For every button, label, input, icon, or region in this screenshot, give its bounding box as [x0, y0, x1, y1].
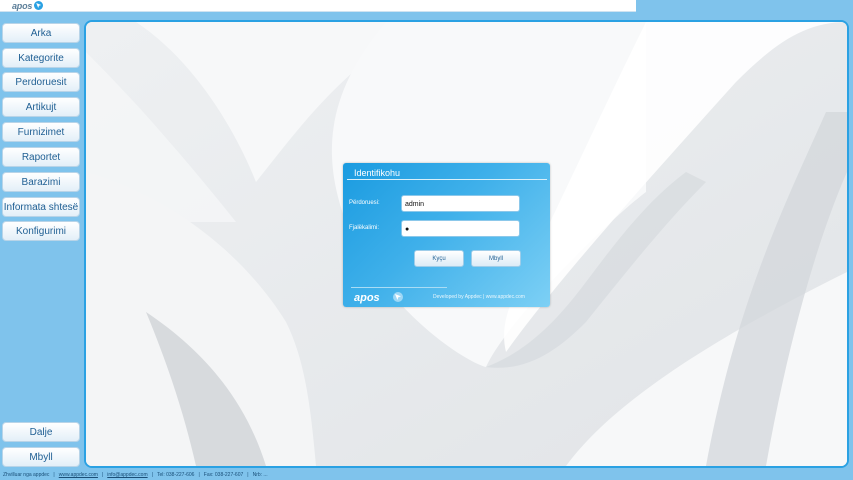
footer-developed-by: Zhvilluar nga appdec	[3, 472, 50, 478]
login-title: Identifikohu	[354, 168, 401, 178]
password-input[interactable]: ●	[401, 220, 520, 237]
developer-text: Developed by Appdec | www.appdec.com	[433, 294, 525, 300]
sidebar-item-perdoruesit[interactable]: Perdoruesit	[2, 72, 80, 92]
login-dialog: Identifikohu Përdoruesi: admin Fjalëkali…	[343, 163, 550, 307]
sidebar-item-furnizimet[interactable]: Furnizimet	[2, 122, 80, 142]
username-input[interactable]: admin	[401, 195, 520, 212]
sidebar-item-barazimi[interactable]: Barazimi	[2, 172, 80, 192]
close-dialog-button[interactable]: Mbyll	[471, 250, 521, 267]
title-divider	[347, 179, 547, 180]
status-footer: Zhvilluar nga appdec | www.appdec.com | …	[3, 472, 268, 478]
apos-logo-icon	[34, 1, 44, 10]
footer-fax: Fax: 038-227-607	[203, 472, 244, 478]
sidebar-item-artikujt[interactable]: Artikujt	[2, 97, 80, 117]
footer-website-link[interactable]: www.appdec.com	[59, 472, 98, 478]
login-button[interactable]: Kyçu	[414, 250, 464, 267]
footer-email-link[interactable]: info@appdec.com	[107, 472, 147, 478]
sidebar-item-raportet[interactable]: Raportet	[2, 147, 80, 167]
username-label: Përdoruesi:	[349, 200, 380, 206]
sidebar-item-arka[interactable]: Arka	[2, 23, 80, 43]
top-bar: apos	[0, 0, 636, 12]
password-label: Fjalëkalimi:	[349, 225, 380, 231]
dialog-logo-text: apos	[354, 292, 380, 304]
app-logo: apos	[12, 0, 44, 11]
close-app-button[interactable]: Mbyll	[2, 447, 80, 467]
sidebar-item-informata-shtese[interactable]: Informata shtesë	[2, 197, 80, 217]
sidebar-item-kategorite[interactable]: Kategorite	[2, 48, 80, 68]
footer-tax-id: Nrb: ...	[252, 472, 268, 478]
apos-logo-icon	[393, 292, 403, 302]
app-logo-text: apos	[12, 0, 33, 11]
sidebar-item-konfigurimi[interactable]: Konfigurimi	[2, 221, 80, 241]
footer-divider	[351, 287, 447, 288]
logout-button[interactable]: Dalje	[2, 422, 80, 442]
footer-tel: Tel: 038-227-606	[156, 472, 195, 478]
